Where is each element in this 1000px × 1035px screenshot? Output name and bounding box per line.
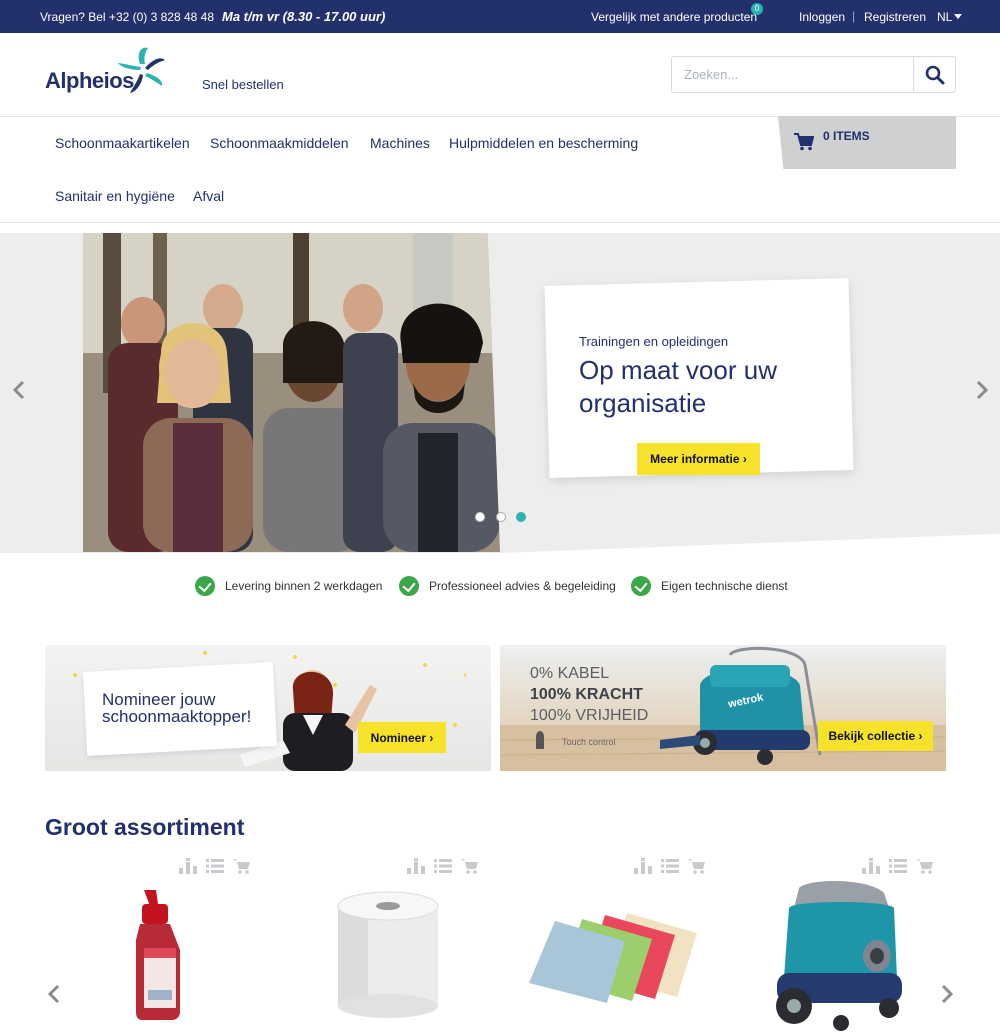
product-image-toilet-cleaner[interactable] (130, 890, 190, 1020)
chevron-left-icon[interactable] (12, 380, 26, 400)
search-input[interactable] (672, 57, 912, 92)
caret-down-icon[interactable] (954, 14, 962, 19)
product-actions-4 (862, 858, 934, 879)
opening-hours: Ma t/m vr (8.30 - 17.00 uur) (222, 9, 386, 24)
add-to-cart-icon[interactable] (233, 858, 251, 879)
list-icon[interactable] (661, 858, 679, 879)
view-collection-button[interactable]: Bekijk collectie › (818, 721, 933, 751)
check-icon (631, 576, 651, 596)
add-to-cart-icon[interactable] (461, 858, 479, 879)
nominate-banner[interactable]: Nomineer jouw schoonmaaktopper! Nomineer… (45, 645, 491, 771)
kracht-text: 100% KRACHT (530, 686, 643, 703)
vrijheid-text: 100% VRIJHEID (530, 707, 649, 724)
phone-number[interactable]: Vragen? Bel +32 (0) 3 828 48 48 (40, 10, 214, 24)
training-group-photo (83, 233, 500, 552)
slider-dot-1[interactable] (475, 512, 485, 522)
usp-advice-label: Professioneel advies & begeleiding (429, 579, 616, 593)
check-icon (399, 576, 419, 596)
product-image-microfibre-cloths[interactable] (527, 905, 702, 1005)
nominate-text: Nomineer jouw schoonmaaktopper! (102, 690, 252, 726)
nav-item-schoonmaakartikelen[interactable]: Schoonmaakartikelen (55, 135, 190, 151)
list-icon[interactable] (206, 858, 224, 879)
compare-icon[interactable] (179, 858, 197, 879)
hero-photo (83, 233, 500, 552)
compare-icon[interactable] (407, 858, 425, 879)
register-link[interactable]: Registreren (864, 10, 926, 24)
top-bar: Vragen? Bel +32 (0) 3 828 48 48 Ma t/m v… (0, 0, 1000, 33)
chevron-right-icon[interactable] (975, 380, 989, 400)
search-button[interactable] (914, 57, 956, 92)
list-icon[interactable] (889, 858, 907, 879)
slider-dot-3-active[interactable] (516, 512, 526, 522)
topbar-separator: | (852, 9, 856, 23)
nominate-button[interactable]: Nomineer › (358, 722, 446, 753)
compare-count-badge: 0 (751, 3, 763, 15)
hero-title: Op maat voor uw organisatie (579, 355, 777, 418)
product-image-vacuum-cleaner[interactable] (769, 878, 909, 1033)
more-info-button[interactable]: Meer informatie › (637, 443, 760, 475)
compare-icon[interactable] (862, 858, 880, 879)
hero-kicker: Trainingen en opleidingen (579, 334, 729, 349)
slider-dot-2[interactable] (496, 512, 506, 522)
usp-service: Eigen technische dienst (631, 576, 788, 596)
search-icon (925, 65, 945, 84)
section-title: Groot assortiment (45, 814, 245, 840)
cart-icon[interactable] (794, 133, 814, 151)
touch-control-label: Touch control (562, 737, 616, 747)
logo-text[interactable]: Alpheios (45, 68, 134, 94)
product-actions-2 (407, 858, 479, 879)
kabel-text: 0% KABEL (530, 665, 610, 682)
usp-advice: Professioneel advies & begeleiding (399, 576, 616, 596)
chevron-right-icon[interactable] (940, 984, 954, 1004)
nav-item-schoonmaakmiddelen[interactable]: Schoonmaakmiddelen (210, 135, 349, 151)
usp-delivery: Levering binnen 2 werkdagen (195, 576, 382, 596)
login-link[interactable]: Inloggen (799, 10, 845, 24)
compare-icon[interactable] (634, 858, 652, 879)
nav-item-afval[interactable]: Afval (193, 188, 224, 204)
cart-label[interactable]: 0 ITEMS (823, 129, 870, 143)
product-actions-3 (634, 858, 706, 879)
product-image-paper-roll[interactable] (333, 888, 443, 1018)
product-actions-1 (179, 858, 251, 879)
nav-item-machines[interactable]: Machines (370, 135, 430, 151)
nav-item-sanitair[interactable]: Sanitair en hygiëne (55, 188, 175, 204)
nav-divider (0, 222, 1000, 223)
usp-delivery-label: Levering binnen 2 werkdagen (225, 579, 383, 593)
usp-service-label: Eigen technische dienst (661, 579, 788, 593)
list-icon[interactable] (434, 858, 452, 879)
nav-item-hulpmiddelen[interactable]: Hulpmiddelen en bescherming (449, 135, 638, 151)
language-selector[interactable]: NL (937, 10, 952, 24)
add-to-cart-icon[interactable] (916, 858, 934, 879)
wetrok-banner[interactable]: 0% KABEL 100% KRACHT 100% VRIJHEID Touch… (500, 645, 946, 771)
add-to-cart-icon[interactable] (688, 858, 706, 879)
search-box (671, 56, 956, 93)
chevron-left-icon[interactable] (47, 984, 61, 1004)
compare-products-link[interactable]: Vergelijk met andere producten (591, 10, 757, 24)
quick-order-link[interactable]: Snel bestellen (202, 77, 284, 92)
check-icon (195, 576, 215, 596)
